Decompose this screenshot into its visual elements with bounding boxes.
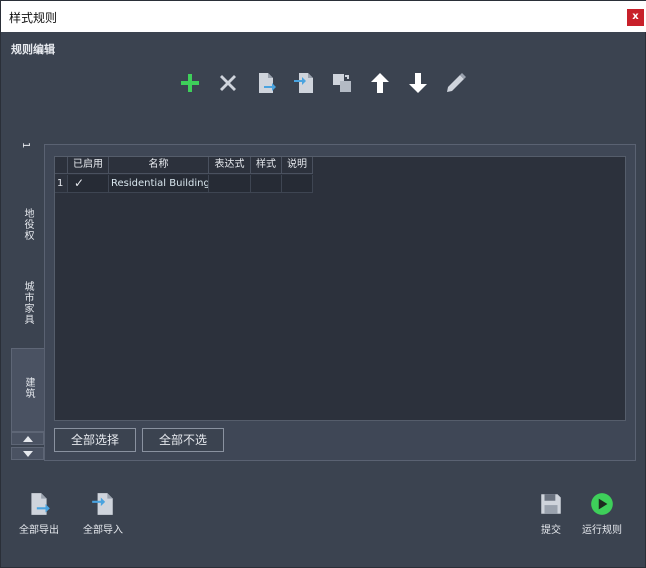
style-cell[interactable] <box>251 175 282 193</box>
tab-label: 地役权 <box>22 208 33 241</box>
chevron-down-icon <box>22 450 33 457</box>
tab-scroll <box>11 432 44 460</box>
duplicate-icon <box>333 74 351 92</box>
move-up-button[interactable] <box>365 67 395 99</box>
add-rule-button[interactable] <box>175 67 205 99</box>
run-rules-label: 运行规则 <box>582 525 622 536</box>
run-rules-button[interactable]: 运行规则 <box>582 491 622 536</box>
section-label: 规则编辑 <box>11 43 55 56</box>
file-export-icon <box>259 73 276 93</box>
pencil-icon <box>447 73 466 92</box>
expression-cell[interactable] <box>209 175 251 193</box>
enabled-checkbox[interactable]: ✓ <box>68 175 109 193</box>
table-row[interactable]: 1 ✓ Residential Buildings <box>55 175 313 193</box>
tab-city-furniture[interactable]: 城市家具 <box>11 269 45 347</box>
tab-1[interactable]: 1 <box>11 142 45 154</box>
export-all-button[interactable]: 全部导出 <box>19 491 59 536</box>
tab-scroll-down-button[interactable] <box>11 447 44 460</box>
play-icon <box>591 493 613 515</box>
style-rules-window: 样式规则 x 规则编辑 1 地役权 城市家具 建筑 已启用 名称 表达式 样式 … <box>0 0 646 568</box>
arrow-down-icon <box>409 73 427 93</box>
tab-label: 城市家具 <box>22 281 33 325</box>
submit-label: 提交 <box>541 525 561 536</box>
title-bar: 样式规则 x <box>1 1 646 32</box>
duplicate-rule-button[interactable] <box>327 67 357 99</box>
import-all-label: 全部导入 <box>83 525 123 536</box>
col-header-description[interactable]: 说明 <box>282 157 313 174</box>
col-header-index <box>55 157 68 174</box>
deselect-all-button[interactable]: 全部不选 <box>142 428 224 452</box>
move-down-button[interactable] <box>403 67 433 99</box>
tab-label: 1 <box>20 142 31 150</box>
save-icon <box>541 494 561 514</box>
export-all-label: 全部导出 <box>19 525 59 536</box>
import-rule-button[interactable] <box>289 67 319 99</box>
edit-rule-button[interactable] <box>441 67 471 99</box>
col-header-name[interactable]: 名称 <box>109 157 209 174</box>
file-export-icon <box>31 493 50 515</box>
col-header-enabled[interactable]: 已启用 <box>68 157 109 174</box>
export-rule-button[interactable] <box>251 67 281 99</box>
description-cell[interactable] <box>282 175 313 193</box>
toolbar <box>1 67 646 101</box>
file-import-icon <box>294 73 313 93</box>
tab-label: 建筑 <box>23 377 34 399</box>
delete-rule-button[interactable] <box>213 67 243 99</box>
import-all-button[interactable]: 全部导入 <box>83 491 123 536</box>
rules-panel: 已启用 名称 表达式 样式 说明 1 ✓ Residential Buildin… <box>44 144 636 461</box>
chevron-up-icon <box>22 435 33 442</box>
rules-table: 已启用 名称 表达式 样式 说明 1 ✓ Residential Buildin… <box>54 156 626 421</box>
arrow-up-icon <box>371 73 389 93</box>
tab-easement[interactable]: 地役权 <box>11 196 45 266</box>
window-title: 样式规则 <box>9 11 58 25</box>
submit-button[interactable]: 提交 <box>538 491 564 536</box>
col-header-expression[interactable]: 表达式 <box>209 157 251 174</box>
file-import-icon <box>92 493 113 515</box>
tab-building[interactable]: 建筑 <box>11 348 45 432</box>
plus-icon <box>181 74 199 92</box>
rule-name-cell[interactable]: Residential Buildings <box>109 175 209 193</box>
close-button[interactable]: x <box>627 9 644 26</box>
table-header: 已启用 名称 表达式 样式 说明 <box>55 157 313 174</box>
row-index: 1 <box>55 175 68 193</box>
select-all-button[interactable]: 全部选择 <box>54 428 136 452</box>
x-icon <box>220 75 236 91</box>
tab-scroll-up-button[interactable] <box>11 432 44 445</box>
layer-tabs: 1 地役权 城市家具 建筑 <box>11 142 45 432</box>
col-header-style[interactable]: 样式 <box>251 157 282 174</box>
